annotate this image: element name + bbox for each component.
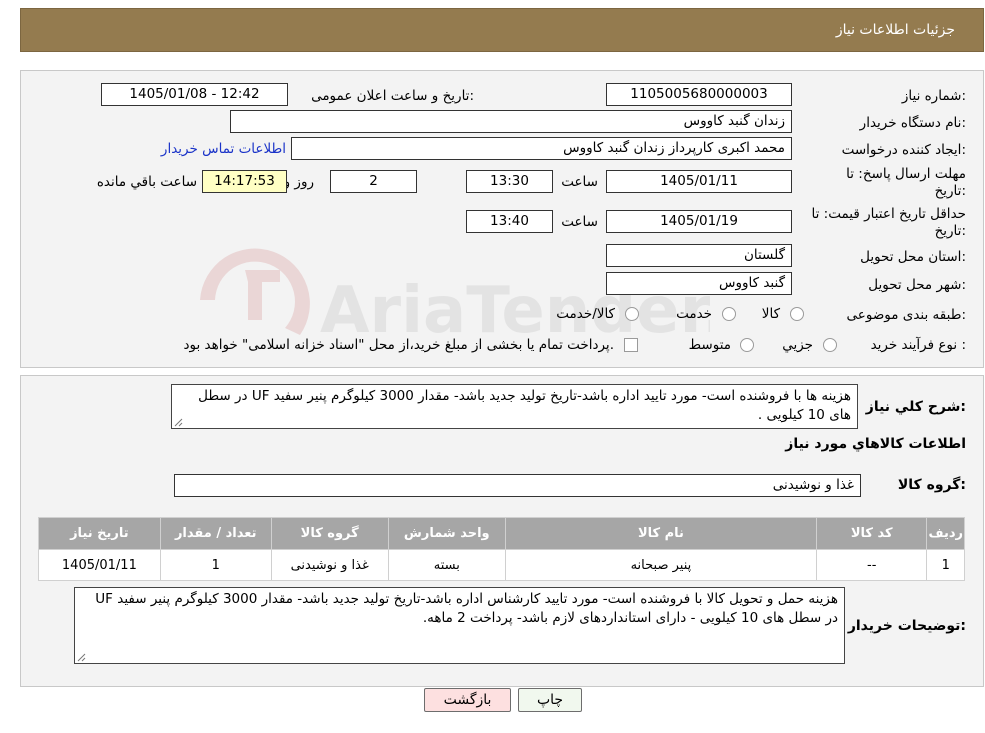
purchase-type-label: نوع فرآیند خرید : bbox=[870, 337, 966, 353]
treasury-bonds-note: پرداخت تمام یا بخشی از مبلغ خرید،از محل … bbox=[183, 337, 614, 353]
announce-date-label: تاریخ و ساعت اعلان عمومی: bbox=[311, 88, 474, 104]
cell-date: 1405/01/11 bbox=[38, 549, 161, 581]
deadline-date-field: 1405/01/11 bbox=[606, 170, 792, 193]
category-option-service: خدمت bbox=[676, 306, 712, 322]
cell-code: -- bbox=[815, 549, 928, 581]
city-field: گنبد کاووس bbox=[606, 272, 792, 295]
deadline-label-date: تاریخ: bbox=[934, 183, 966, 199]
buyer-contact-link[interactable]: اطلاعات تماس خریدار bbox=[161, 141, 286, 157]
column-header-group: گروه کالا bbox=[270, 517, 389, 550]
back-button[interactable]: بازگشت bbox=[424, 688, 511, 712]
buyer-org-label: نام دستگاه خریدار: bbox=[859, 115, 966, 131]
buyer-notes-text: هزینه حمل و تحویل کالا با فروشنده است- م… bbox=[95, 591, 838, 626]
price-validity-time-label: ساعت bbox=[561, 214, 598, 230]
page-title: جزئیات اطلاعات نیاز bbox=[835, 22, 955, 38]
description-textarea[interactable]: هزینه ها با فروشنده است- مورد تایید ادار… bbox=[171, 384, 858, 429]
category-label: طبقه بندی موضوعی: bbox=[846, 307, 966, 323]
remaining-days-label: روز و bbox=[283, 174, 314, 190]
purchase-type-option-medium: متوسط bbox=[688, 337, 731, 353]
purchase-type-radio-medium[interactable] bbox=[740, 338, 754, 352]
need-number-field: 1105005680000003 bbox=[606, 83, 792, 106]
price-validity-date-field: 1405/01/19 bbox=[606, 210, 792, 233]
column-header-code: کد کالا bbox=[815, 517, 928, 550]
deadline-label: مهلت ارسال پاسخ: تا bbox=[846, 166, 966, 182]
description-label: شرح کلي نياز: bbox=[865, 399, 966, 415]
purchase-type-option-minor: جزیي bbox=[782, 337, 813, 353]
city-label: شهر محل تحویل: bbox=[868, 277, 966, 293]
province-label: استان محل تحویل: bbox=[860, 249, 966, 265]
province-field: گلستان bbox=[606, 244, 792, 267]
cell-unit: بسته bbox=[387, 549, 506, 581]
goods-group-label: گروه کالا: bbox=[897, 477, 966, 493]
cell-name: پنیر صبحانه bbox=[504, 549, 817, 581]
category-option-goods-service: کالا/خدمت bbox=[556, 306, 615, 322]
treasury-bonds-checkbox[interactable] bbox=[624, 338, 638, 352]
category-radio-service[interactable] bbox=[722, 307, 736, 321]
goods-group-field: غذا و نوشیدنی bbox=[174, 474, 861, 497]
deadline-time-label: ساعت bbox=[561, 174, 598, 190]
purchase-type-radio-minor[interactable] bbox=[823, 338, 837, 352]
cell-row-number: 1 bbox=[926, 549, 965, 581]
requester-label: ایجاد کننده درخواست: bbox=[841, 142, 966, 158]
price-validity-label: حداقل تاریخ اعتبار قیمت: تا bbox=[811, 206, 966, 222]
resize-grip-icon[interactable] bbox=[174, 418, 183, 427]
goods-section-title: اطلاعات کالاهاي مورد نياز bbox=[785, 436, 966, 452]
column-header-row: ردیف bbox=[926, 517, 965, 550]
category-radio-goods-service[interactable] bbox=[625, 307, 639, 321]
goods-table-header: ردیف کد کالا نام کالا واحد شمارش گروه کا… bbox=[38, 517, 965, 550]
requester-field: محمد اکبری کارپرداز زندان گنبد کاووس bbox=[291, 137, 792, 160]
category-option-goods: کالا bbox=[761, 306, 780, 322]
table-row: 1 -- پنیر صبحانه بسته غذا و نوشیدنی 1 14… bbox=[38, 549, 965, 581]
price-validity-time-field: 13:40 bbox=[466, 210, 553, 233]
goods-table: ردیف کد کالا نام کالا واحد شمارش گروه کا… bbox=[38, 517, 965, 581]
description-text: هزینه ها با فروشنده است- مورد تایید ادار… bbox=[198, 388, 851, 423]
column-header-quantity: تعداد / مقدار bbox=[159, 517, 272, 550]
need-number-label: شماره نیاز: bbox=[901, 88, 966, 104]
deadline-time-field: 13:30 bbox=[466, 170, 553, 193]
cell-quantity: 1 bbox=[159, 549, 272, 581]
buyer-notes-label: توضیحات خریدار: bbox=[847, 618, 966, 634]
remaining-time-field: 14:17:53 bbox=[202, 170, 287, 193]
resize-grip-icon[interactable] bbox=[77, 653, 86, 662]
print-button[interactable]: چاپ bbox=[518, 688, 582, 712]
column-header-date: تاریخ نیاز bbox=[38, 517, 161, 550]
category-radio-goods[interactable] bbox=[790, 307, 804, 321]
remaining-time-label: ساعت باقي مانده bbox=[96, 174, 197, 190]
column-header-name: نام کالا bbox=[504, 517, 817, 550]
remaining-days-field: 2 bbox=[330, 170, 417, 193]
announce-date-field: 1405/01/08 - 12:42 bbox=[101, 83, 288, 106]
column-header-unit: واحد شمارش bbox=[387, 517, 506, 550]
cell-group: غذا و نوشیدنی bbox=[270, 549, 389, 581]
buyer-org-field: زندان گنبد کاووس bbox=[230, 110, 792, 133]
page-header: جزئیات اطلاعات نیاز bbox=[20, 8, 984, 52]
price-validity-label-date: تاریخ: bbox=[934, 223, 966, 239]
buyer-notes-textarea[interactable]: هزینه حمل و تحویل کالا با فروشنده است- م… bbox=[74, 587, 845, 664]
